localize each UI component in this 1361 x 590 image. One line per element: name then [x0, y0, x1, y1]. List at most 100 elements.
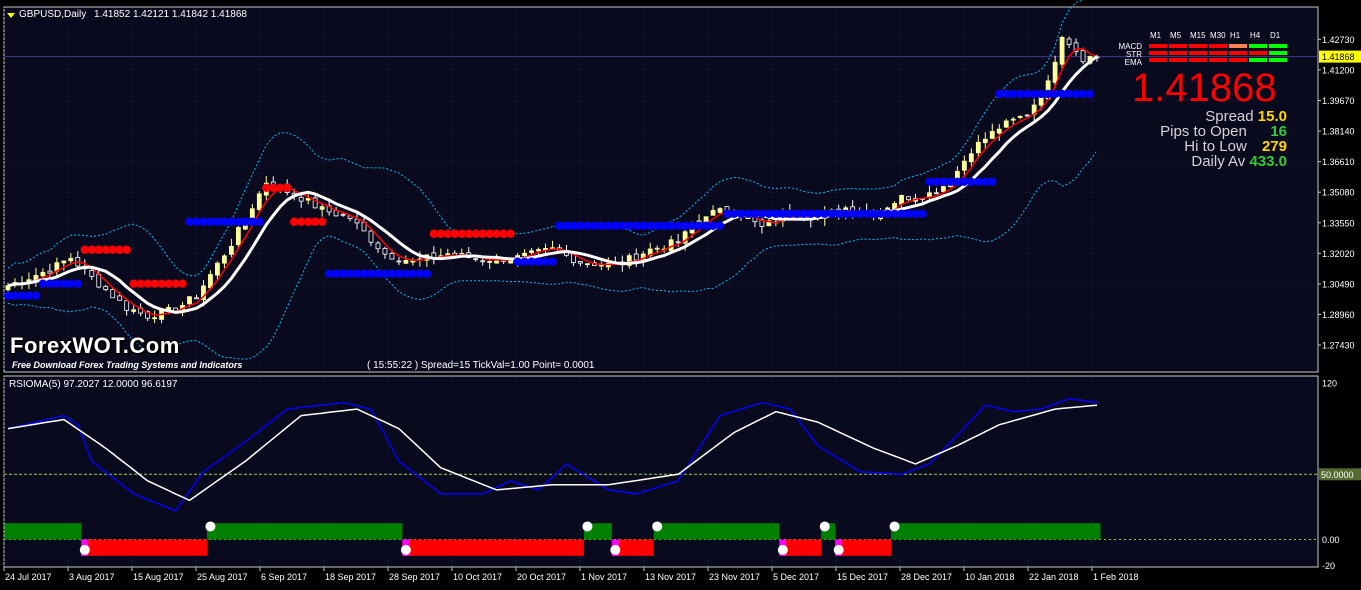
- candle-body: [319, 206, 325, 210]
- chart-header: GBPUSD,Daily 1.41852 1.42121 1.41842 1.4…: [19, 9, 247, 20]
- candle-body: [1059, 37, 1065, 65]
- date-tick-label: 3 Aug 2017: [69, 572, 115, 582]
- date-tick-label: 18 Sep 2017: [325, 572, 376, 582]
- price-tick-label: 1.42730: [1322, 35, 1355, 45]
- candle-body: [47, 270, 53, 274]
- signal-marker: [889, 521, 900, 532]
- candle-body: [215, 262, 220, 276]
- dashboard-cell: [1229, 44, 1247, 48]
- candle-body: [1017, 115, 1023, 118]
- hist-bar-green: [653, 523, 780, 540]
- hist-bar-red: [835, 539, 892, 556]
- dashboard-cell: [1169, 51, 1187, 55]
- signal-marker: [833, 544, 844, 555]
- date-tick-label: 22 Jan 2018: [1029, 572, 1079, 582]
- price-tick-label: 1.41868: [1322, 52, 1355, 62]
- date-tick-label: 20 Oct 2017: [517, 572, 566, 582]
- signal-marker: [777, 544, 788, 555]
- dashboard-cell: [1209, 58, 1227, 62]
- indicator-tick-label: 50.0000: [1321, 470, 1354, 480]
- price-tick-label: 1.38140: [1322, 127, 1355, 137]
- signal-marker: [819, 521, 830, 532]
- current-price-big: 1.41868: [1132, 66, 1277, 110]
- date-tick-label: 28 Dec 2017: [901, 572, 952, 582]
- date-tick-label: 10 Jan 2018: [965, 572, 1015, 582]
- candle-body: [598, 264, 604, 267]
- date-tick-label: 24 Jul 2017: [5, 572, 52, 582]
- indicator-tick-label: -20: [1322, 561, 1335, 571]
- signal-marker: [582, 521, 593, 532]
- timeframe-label: M30: [1210, 31, 1226, 40]
- candle-body: [152, 317, 157, 320]
- hist-bar-green: [891, 523, 1101, 540]
- candle-body: [40, 271, 46, 277]
- candle-body: [208, 274, 213, 289]
- price-tick-label: 1.41200: [1322, 65, 1355, 75]
- date-tick-label: 15 Dec 2017: [837, 572, 888, 582]
- ohlc-values: 1.41852 1.42121 1.41842 1.41868: [94, 9, 247, 20]
- dashboard-cell: [1209, 44, 1227, 48]
- price-tick-label: 1.36610: [1322, 157, 1355, 167]
- supertrend-dot: [422, 269, 432, 278]
- dashboard-cell: [1149, 51, 1167, 55]
- supertrend-dot: [506, 229, 515, 238]
- adr-row: Daily Av 433.0: [1191, 154, 1287, 169]
- candle-body: [389, 253, 395, 260]
- dashboard-cell: [1149, 44, 1167, 48]
- supertrend-dot: [317, 217, 327, 226]
- candle-body: [110, 289, 116, 299]
- date-tick-label: 10 Oct 2017: [453, 572, 502, 582]
- indicator-label: RSIOMA(5) 97.2027 12.0000 96.6197: [9, 379, 178, 390]
- symbol-label: GBPUSD,Daily: [19, 9, 87, 20]
- candle-body: [585, 263, 590, 266]
- signal-marker: [79, 544, 90, 555]
- dashboard-cell: [1169, 58, 1187, 62]
- candle-body: [1003, 120, 1009, 128]
- candle-body: [982, 138, 988, 144]
- date-tick-label: 15 Aug 2017: [133, 572, 184, 582]
- candle-body: [256, 193, 262, 211]
- adr-label: Daily Av: [1191, 153, 1246, 170]
- candle-body: [131, 309, 137, 312]
- symbol-dropdown-icon[interactable]: [7, 13, 15, 18]
- candle-body: [68, 258, 74, 262]
- candle-body: [654, 247, 660, 250]
- date-tick-label: 1 Nov 2017: [581, 572, 627, 582]
- candle-body: [1052, 61, 1058, 83]
- candle-body: [194, 297, 199, 300]
- supertrend-dot: [715, 221, 725, 230]
- candle-body: [124, 300, 130, 311]
- candle-body: [89, 270, 95, 277]
- adr-value: 433.0: [1249, 153, 1287, 170]
- candle-body: [235, 227, 241, 245]
- candle-body: [61, 260, 67, 264]
- supertrend-dot: [122, 245, 131, 254]
- candle-body: [480, 260, 486, 263]
- candle-body: [1066, 38, 1072, 45]
- candle-body: [222, 255, 227, 264]
- dashboard-cell: [1189, 44, 1207, 48]
- candle-body: [633, 253, 639, 261]
- price-tick-label: 1.33550: [1322, 218, 1355, 228]
- candle-body: [117, 295, 123, 301]
- indicator-tick-label: 0.00: [1322, 535, 1340, 545]
- dashboard-cell: [1229, 51, 1247, 55]
- candle-body: [536, 249, 541, 252]
- candle-body: [1080, 50, 1086, 63]
- signal-marker: [400, 544, 411, 555]
- date-tick-label: 28 Sep 2017: [389, 572, 440, 582]
- candle-body: [187, 296, 192, 305]
- signal-marker: [652, 521, 663, 532]
- pips-row: Pips to Open 16: [1160, 124, 1287, 139]
- supertrend-dot: [918, 209, 927, 218]
- price-tick-label: 1.35080: [1322, 188, 1355, 198]
- hilo-row: Hi to Low 279: [1184, 139, 1287, 154]
- price-tick-label: 1.32020: [1322, 249, 1355, 259]
- candle-body: [354, 218, 360, 224]
- hist-bar-green: [4, 523, 82, 540]
- supertrend-dot: [988, 177, 997, 187]
- dashboard-cell: [1189, 58, 1207, 62]
- candle-body: [975, 141, 981, 154]
- timeframe-label: M5: [1170, 31, 1182, 40]
- status-line: ( 15:55:22 ) Spread=15 TickVal=1.00 Poin…: [367, 360, 595, 371]
